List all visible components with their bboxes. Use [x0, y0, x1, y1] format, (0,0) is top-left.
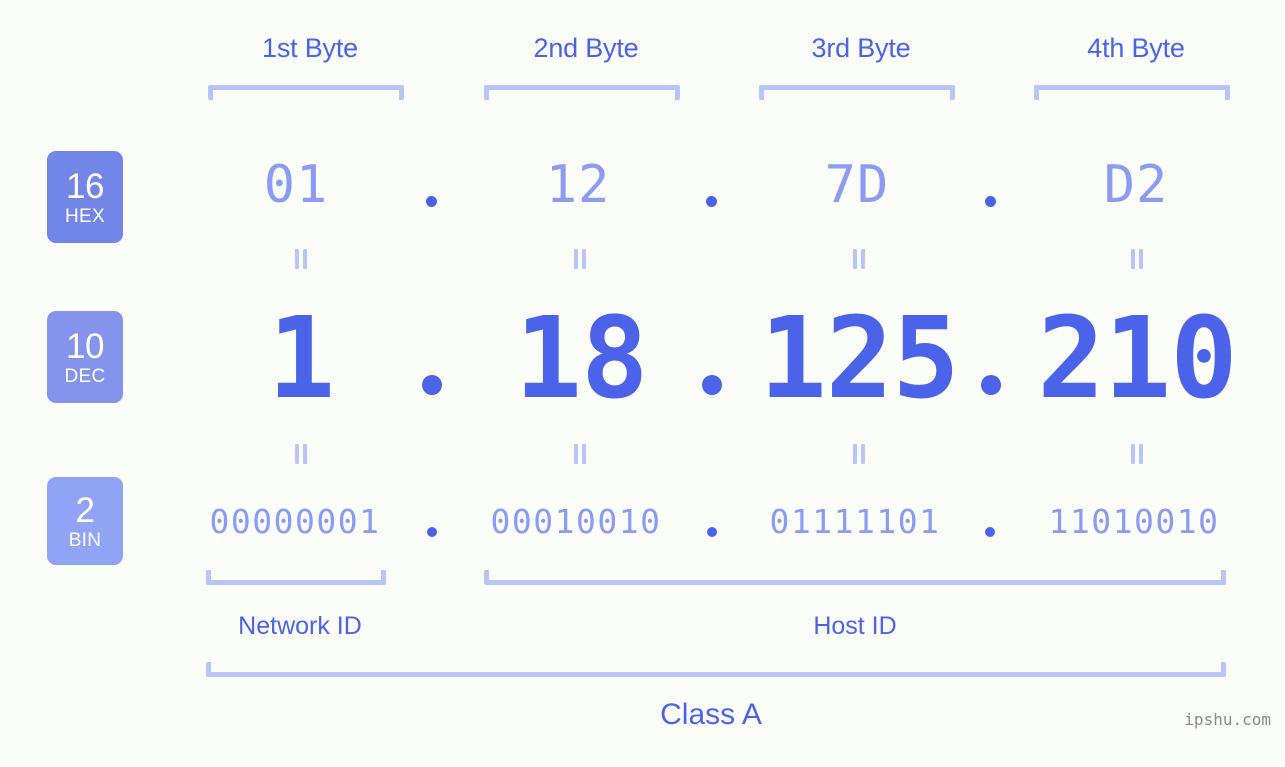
- hex-separator-dot-3: [985, 196, 996, 207]
- byte-label-4: 4th Byte: [1087, 33, 1185, 63]
- byte-bracket-2: [484, 85, 680, 100]
- equality-mark-hex-dec-4: [1128, 249, 1145, 269]
- bin-separator-dot-2: [707, 527, 717, 537]
- dec-octet-4: 210: [1037, 294, 1237, 424]
- watermark: ipshu.com: [1184, 710, 1271, 729]
- dec-octet-2: 18: [514, 294, 649, 424]
- equality-mark-hex-dec-1: [292, 249, 309, 269]
- hex-octet-1: 01: [263, 155, 329, 215]
- bin-octet-3: 01111101: [769, 502, 941, 541]
- base-badge-hex[interactable]: 16 HEX: [47, 151, 123, 243]
- bin-separator-dot-3: [985, 527, 995, 537]
- equality-mark-dec-bin-3: [850, 444, 867, 464]
- hex-separator-dot-1: [426, 196, 437, 207]
- hex-octet-3: 7D: [824, 155, 890, 215]
- hex-octet-4: D2: [1103, 155, 1169, 215]
- byte-bracket-4: [1034, 85, 1230, 100]
- base-badge-dec-name: DEC: [64, 365, 106, 387]
- host-id-bracket: [484, 570, 1226, 585]
- dec-separator-dot-2: [702, 375, 722, 395]
- base-badge-dec-number: 10: [66, 326, 104, 366]
- equality-mark-dec-bin-2: [571, 444, 588, 464]
- bin-octet-2: 00010010: [490, 502, 662, 541]
- ip-address-breakdown-diagram: 1st Byte 2nd Byte 3rd Byte 4th Byte 16 H…: [0, 0, 1285, 767]
- byte-label-1: 1st Byte: [262, 33, 358, 63]
- equality-mark-hex-dec-2: [571, 249, 588, 269]
- dec-separator-dot-3: [981, 375, 1001, 395]
- bin-octet-1: 00000001: [209, 502, 381, 541]
- base-badge-bin[interactable]: 2 BIN: [47, 477, 123, 565]
- byte-bracket-3: [759, 85, 955, 100]
- base-badge-bin-number: 2: [75, 490, 95, 530]
- network-id-bracket: [206, 570, 386, 585]
- byte-label-3: 3rd Byte: [811, 33, 911, 63]
- base-badge-dec[interactable]: 10 DEC: [47, 311, 123, 403]
- class-bracket: [206, 662, 1226, 677]
- network-id-label: Network ID: [238, 612, 362, 640]
- dec-octet-1: 1: [267, 294, 335, 424]
- base-badge-hex-number: 16: [66, 166, 104, 206]
- bin-octet-4: 11010010: [1048, 502, 1220, 541]
- bin-separator-dot-1: [427, 527, 437, 537]
- hex-separator-dot-2: [706, 196, 717, 207]
- dec-separator-dot-1: [422, 375, 442, 395]
- class-label: Class A: [660, 698, 762, 731]
- host-id-label: Host ID: [813, 612, 897, 640]
- dec-octet-3: 125: [759, 294, 959, 424]
- equality-mark-dec-bin-1: [292, 444, 309, 464]
- base-badge-hex-name: HEX: [65, 205, 105, 227]
- byte-bracket-1: [208, 85, 404, 100]
- base-badge-bin-name: BIN: [68, 529, 102, 551]
- equality-mark-hex-dec-3: [850, 249, 867, 269]
- equality-mark-dec-bin-4: [1128, 444, 1145, 464]
- hex-octet-2: 12: [545, 155, 611, 215]
- byte-label-2: 2nd Byte: [533, 33, 639, 63]
